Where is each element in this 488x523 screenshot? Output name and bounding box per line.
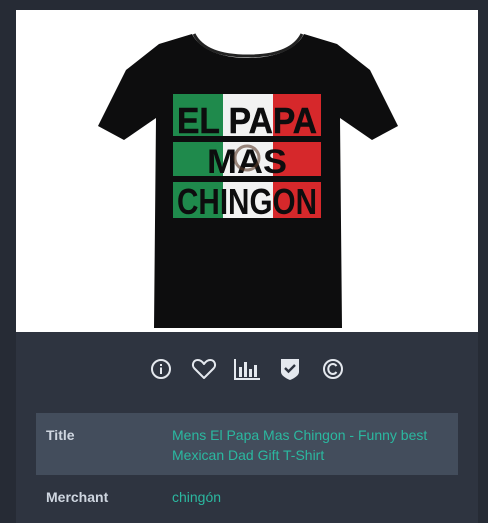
shirt-text-line-1: EL PAPA <box>177 100 317 141</box>
details-value: chingón <box>172 487 448 507</box>
copyright-icon <box>323 359 343 379</box>
details-label: Title <box>46 427 75 443</box>
favorite-button[interactable] <box>183 349 226 389</box>
bar-chart-icon <box>234 359 260 380</box>
details-value: Mens El Papa Mas Chingon - Funny best Me… <box>172 425 448 465</box>
info-button[interactable] <box>140 349 183 389</box>
stats-button[interactable] <box>226 349 269 389</box>
copyright-button[interactable] <box>312 349 355 389</box>
heart-icon <box>191 359 217 379</box>
action-toolbar <box>16 332 478 406</box>
shield-check-icon <box>281 359 299 380</box>
shirt-text-line-3: CHINGON <box>177 181 317 222</box>
details-label: Merchant <box>46 489 109 505</box>
product-card: EL PAPA MAS CHINGON Title Mens El Papa M… <box>16 10 478 523</box>
product-title-link[interactable]: Mens El Papa Mas Chingon - Funny best Me… <box>172 427 427 463</box>
details-row-merchant: Merchant chingón <box>36 475 458 517</box>
tshirt-illustration: EL PAPA MAS CHINGON <box>98 33 398 328</box>
info-icon <box>151 359 171 379</box>
shirt-text-line-2: MAS <box>207 143 287 181</box>
product-image[interactable]: EL PAPA MAS CHINGON <box>16 10 478 332</box>
product-details-table: Title Mens El Papa Mas Chingon - Funny b… <box>36 413 458 517</box>
merchant-link[interactable]: chingón <box>172 489 221 505</box>
verified-button[interactable] <box>269 349 312 389</box>
details-row-title: Title Mens El Papa Mas Chingon - Funny b… <box>36 413 458 475</box>
